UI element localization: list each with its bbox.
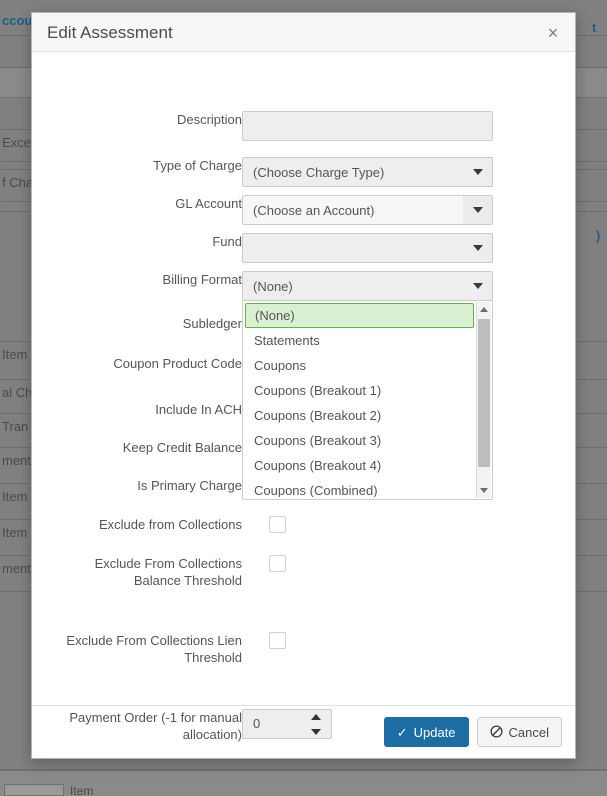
scrollbar-thumb[interactable] — [478, 319, 490, 467]
field-control: (Choose an Account) — [242, 195, 493, 225]
field-label: Include In ACH — [155, 402, 242, 417]
background-row-text: ment — [2, 453, 31, 468]
field-label: Is Primary Charge — [137, 478, 242, 493]
stepper-arrows-icon[interactable] — [309, 714, 323, 735]
dropdown-option[interactable]: Statements — [245, 328, 476, 353]
background-row-text: Tran — [2, 419, 29, 434]
select-value: (Choose Charge Type) — [253, 165, 385, 180]
background-row-text: Item — [2, 489, 28, 504]
field-control: (None) — [242, 271, 493, 301]
billing-format-dropdown-list[interactable]: (None) Statements Coupons Coupons (Breakout… — [242, 300, 493, 500]
checkbox-exclude-from-collections[interactable] — [269, 516, 286, 533]
modal-body: Description Type of Charge (Choose Charge … — [32, 52, 575, 742]
page-title: Edit Assessment — [47, 23, 173, 42]
background-row-text: Item — [2, 347, 28, 362]
field-control — [269, 555, 286, 572]
field-label: Billing Format — [162, 272, 242, 287]
background-bottom-tab — [4, 784, 64, 796]
check-icon: ✓ — [396, 724, 408, 740]
chevron-down-icon[interactable] — [463, 158, 492, 186]
field-label: Type of Charge — [153, 158, 242, 173]
description-input[interactable] — [242, 111, 493, 141]
dropdown-option[interactable]: Coupons (Breakout 2) — [245, 403, 476, 428]
field-label: Exclude From Collections Balance Thresho… — [94, 556, 242, 588]
background-row-text: f Cha — [2, 175, 34, 190]
field-control: 0 — [242, 709, 332, 739]
field-control — [242, 111, 493, 141]
field-label: Payment Order (-1 for manual allocation) — [69, 710, 242, 742]
edit-assessment-modal: Edit Assessment × Description Type of Cha… — [31, 12, 576, 759]
field-label: Exclude From Collections Lien Threshold — [66, 633, 242, 665]
field-control — [242, 233, 493, 263]
chevron-down-icon[interactable] — [463, 272, 492, 300]
field-label: Exclude from Collections — [98, 517, 242, 532]
background-row-text: Item — [2, 525, 28, 540]
modal-header: Edit Assessment × — [32, 13, 575, 52]
field-label: GL Account — [175, 196, 242, 211]
field-label: Subledger — [182, 316, 242, 331]
field-control — [269, 632, 286, 649]
background-bottom-text: Item — [70, 784, 94, 796]
close-icon[interactable]: × — [542, 22, 564, 44]
field-label: Fund — [212, 234, 242, 249]
field-control — [269, 516, 286, 533]
cancel-button[interactable]: Cancel — [476, 717, 562, 747]
payment-order-stepper[interactable]: 0 — [242, 709, 332, 739]
background-row-text: Exce — [2, 135, 31, 150]
chevron-down-icon[interactable] — [463, 196, 492, 224]
checkbox-exclude-from-collections-lien-threshold[interactable] — [269, 632, 286, 649]
background-text-fragment: t — [592, 20, 597, 35]
dropdown-option[interactable]: Coupons (Breakout 1) — [245, 378, 476, 403]
chevron-down-icon[interactable] — [463, 234, 492, 262]
dropdown-option[interactable]: Coupons (Breakout 3) — [245, 428, 476, 453]
update-button[interactable]: ✓ Update — [383, 717, 469, 747]
select-value: (None) — [253, 279, 293, 294]
field-control: (Choose Charge Type) — [242, 157, 493, 187]
select-gl-account[interactable]: (Choose an Account) — [242, 195, 493, 225]
checkbox-exclude-from-collections-balance-threshold[interactable] — [269, 555, 286, 572]
dropdown-option[interactable]: Coupons (Combined) — [245, 478, 476, 497]
select-billing-format[interactable]: (None) — [242, 271, 493, 301]
select-value: (Choose an Account) — [253, 203, 375, 218]
scroll-up-icon[interactable] — [477, 302, 491, 317]
field-label: Coupon Product Code — [113, 356, 242, 371]
field-label: Keep Credit Balance — [122, 440, 242, 455]
background-row-text: ment — [2, 561, 31, 576]
dropdown-option[interactable]: Coupons — [245, 353, 476, 378]
dropdown-scrollbar[interactable] — [476, 302, 491, 498]
dropdown-option[interactable]: Coupons (Breakout 4) — [245, 453, 476, 478]
update-button-label: Update — [413, 724, 456, 740]
select-type-of-charge[interactable]: (Choose Charge Type) — [242, 157, 493, 187]
payment-order-value: 0 — [253, 716, 261, 731]
scroll-down-icon[interactable] — [477, 483, 491, 498]
dropdown-option[interactable]: (None) — [245, 303, 474, 328]
no-entry-icon — [490, 724, 503, 740]
select-fund[interactable] — [242, 233, 493, 263]
cancel-button-label: Cancel — [508, 724, 549, 740]
background-text-fragment: ) — [596, 228, 601, 243]
dropdown-options: (None) Statements Coupons Coupons (Breakout… — [245, 303, 476, 497]
field-label: Description — [176, 112, 242, 127]
